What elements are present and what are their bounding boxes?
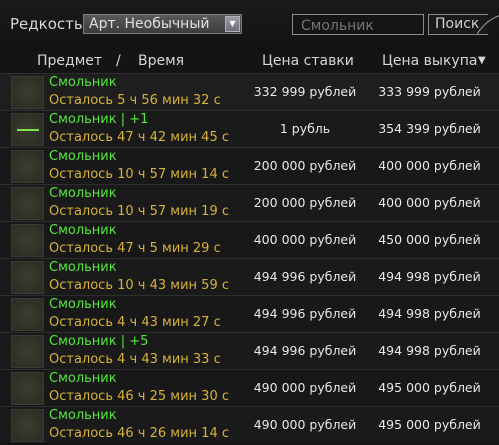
artifact-icon bbox=[11, 335, 44, 368]
item-name: Смольник bbox=[49, 149, 117, 164]
buyout-price: 354 399 рублей bbox=[378, 121, 481, 136]
table-row[interactable]: Смольник Осталось 46 ч 26 мин 14 с 490 000… bbox=[0, 406, 499, 443]
rarity-selected-value: Арт. Необычный bbox=[89, 16, 210, 32]
buyout-price: 494 998 рублей bbox=[378, 306, 481, 321]
bid-price: 490 000 рублей bbox=[253, 380, 357, 395]
artifact-icon bbox=[11, 261, 44, 294]
bid-price: 400 000 рублей bbox=[253, 232, 357, 247]
artifact-icon bbox=[11, 224, 44, 257]
item-name: Смольник bbox=[49, 408, 117, 423]
table-row[interactable]: Смольник Осталось 46 ч 25 мин 30 с 490 000… bbox=[0, 369, 499, 406]
time-remaining: Осталось 47 ч 5 мин 29 с bbox=[49, 241, 221, 256]
table-row[interactable]: Смольник Осталось 10 ч 57 мин 19 с 200 000… bbox=[0, 184, 499, 221]
table-row[interactable]: Смольник Осталось 47 ч 5 мин 29 с 400 000 … bbox=[0, 221, 499, 258]
table-row[interactable]: Смольник Осталось 4 ч 43 мин 27 с 494 996 … bbox=[0, 295, 499, 332]
table-row[interactable]: Смольник Осталось 10 ч 43 мин 59 с 494 996… bbox=[0, 258, 499, 295]
artifact-icon bbox=[11, 150, 44, 183]
buyout-price: 400 000 рублей bbox=[378, 195, 481, 210]
artifact-icon bbox=[11, 298, 44, 331]
artifact-icon bbox=[11, 113, 44, 146]
item-name: Смольник bbox=[49, 371, 117, 386]
artifact-icon bbox=[11, 76, 44, 109]
item-name: Смольник bbox=[49, 260, 117, 275]
item-name: Смольник | +1 bbox=[49, 112, 149, 127]
search-input[interactable] bbox=[292, 14, 424, 35]
table-row[interactable]: Смольник | +5 Осталось 4 ч 43 мин 33 с 494… bbox=[0, 332, 499, 369]
auction-list: Смольник Осталось 5 ч 56 мин 32 с 332 999 … bbox=[0, 73, 499, 443]
artifact-icon bbox=[11, 409, 44, 442]
bid-price: 494 996 рублей bbox=[253, 343, 357, 358]
time-remaining: Осталось 4 ч 43 мин 27 с bbox=[49, 315, 221, 330]
column-time[interactable]: Время bbox=[138, 53, 184, 69]
time-remaining: Осталось 46 ч 25 мин 30 с bbox=[49, 389, 229, 404]
artifact-icon bbox=[11, 187, 44, 220]
buyout-price: 400 000 рублей bbox=[378, 158, 481, 173]
column-buyout-price[interactable]: Цена выкупа bbox=[382, 53, 477, 69]
corner-decoration-icon bbox=[477, 15, 499, 35]
time-remaining: Осталось 5 ч 56 мин 32 с bbox=[49, 93, 221, 108]
buyout-price: 494 998 рублей bbox=[378, 269, 481, 284]
time-remaining: Осталось 46 ч 26 мин 14 с bbox=[49, 426, 229, 441]
chevron-down-icon[interactable]: ▼ bbox=[225, 16, 240, 32]
item-name: Смольник bbox=[49, 186, 117, 201]
item-name: Смольник bbox=[49, 297, 117, 312]
buyout-price: 495 000 рублей bbox=[378, 380, 481, 395]
buyout-price: 495 000 рублей bbox=[378, 417, 481, 432]
buyout-price: 450 000 рублей bbox=[378, 232, 481, 247]
buyout-price: 494 998 рублей bbox=[378, 343, 481, 358]
item-name: Смольник bbox=[49, 223, 117, 238]
time-remaining: Осталось 10 ч 43 мин 59 с bbox=[49, 278, 229, 293]
rarity-label: Редкость bbox=[10, 15, 83, 33]
buyout-price: 333 999 рублей bbox=[378, 84, 481, 99]
bid-price: 1 рубль bbox=[279, 121, 331, 136]
sort-desc-icon[interactable]: ▼ bbox=[478, 55, 486, 66]
upgrade-mark-icon bbox=[17, 129, 39, 131]
time-remaining: Осталось 4 ч 43 мин 33 с bbox=[49, 352, 221, 367]
bid-price: 490 000 рублей bbox=[253, 417, 357, 432]
filter-bar: Редкость Арт. Необычный ▼ Поиск bbox=[0, 0, 499, 50]
time-remaining: Осталось 47 ч 42 мин 45 с bbox=[49, 130, 229, 145]
bid-price: 332 999 рублей bbox=[253, 84, 357, 99]
artifact-icon bbox=[11, 372, 44, 405]
bid-price: 494 996 рублей bbox=[253, 306, 357, 321]
table-row[interactable]: Смольник Осталось 5 ч 56 мин 32 с 332 999 … bbox=[0, 73, 499, 110]
rarity-dropdown[interactable]: Арт. Необычный ▼ bbox=[83, 14, 242, 34]
bid-price: 200 000 рублей bbox=[253, 158, 357, 173]
bid-price: 200 000 рублей bbox=[253, 195, 357, 210]
table-row[interactable]: Смольник | +1 Осталось 47 ч 42 мин 45 с 1 … bbox=[0, 110, 499, 147]
column-separator: / bbox=[116, 53, 121, 69]
column-item[interactable]: Предмет bbox=[37, 53, 102, 69]
bid-price: 494 996 рублей bbox=[253, 269, 357, 284]
column-bid-price[interactable]: Цена ставки bbox=[262, 53, 354, 69]
time-remaining: Осталось 10 ч 57 мин 19 с bbox=[49, 204, 229, 219]
item-name: Смольник bbox=[49, 75, 117, 90]
table-header: Предмет / Время Цена ставки Цена выкупа … bbox=[0, 50, 499, 73]
time-remaining: Осталось 10 ч 57 мин 14 с bbox=[49, 167, 229, 182]
item-name: Смольник | +5 bbox=[49, 334, 149, 349]
table-row[interactable]: Смольник Осталось 10 ч 57 мин 14 с 200 000… bbox=[0, 147, 499, 184]
